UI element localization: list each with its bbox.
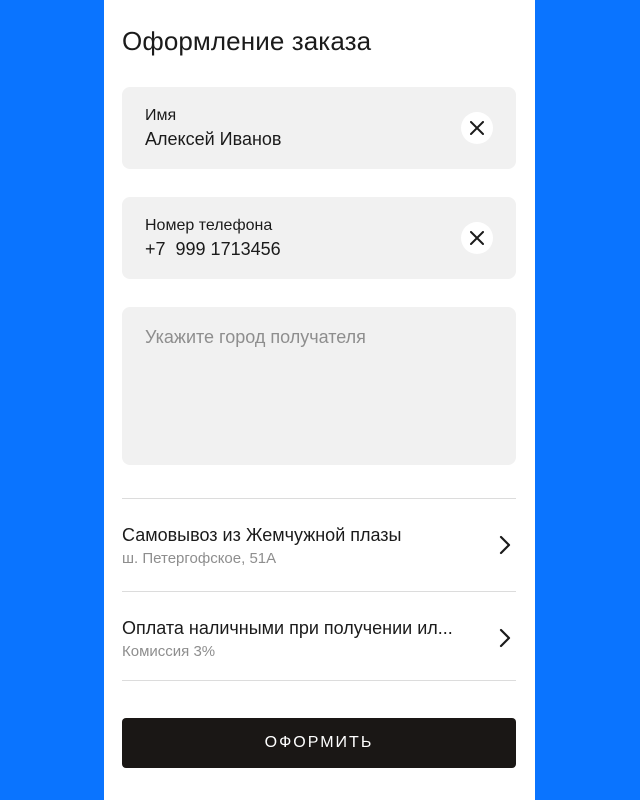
- phone-field-label: Номер телефона: [145, 217, 273, 234]
- name-field[interactable]: Имя Алексей Иванов: [122, 87, 516, 169]
- payment-option-row[interactable]: Оплата наличными при получении ил... Ком…: [122, 592, 516, 684]
- city-field-placeholder[interactable]: Укажите город получателя: [145, 327, 366, 348]
- checkout-sheet: Оформление заказа Имя Алексей Иванов Ном…: [104, 0, 535, 800]
- delivery-option-title: Самовывоз из Жемчужной плазы: [122, 525, 402, 545]
- phone-field-value[interactable]: +7 999 1713456: [145, 239, 281, 260]
- submit-order-button[interactable]: ОФОРМИТЬ: [122, 718, 516, 768]
- city-field[interactable]: Укажите город получателя: [122, 307, 516, 465]
- payment-option-title: Оплата наличными при получении ил...: [122, 618, 453, 638]
- delivery-option-address: ш. Петергофское, 51А: [122, 550, 277, 567]
- name-field-value[interactable]: Алексей Иванов: [145, 129, 282, 150]
- close-icon: [470, 121, 484, 135]
- chevron-right-icon: [499, 535, 511, 555]
- name-field-label: Имя: [145, 107, 177, 124]
- close-icon: [470, 231, 484, 245]
- payment-option-commission: Комиссия 3%: [122, 643, 216, 660]
- divider: [122, 680, 516, 681]
- page-title: Оформление заказа: [122, 26, 372, 56]
- clear-phone-button[interactable]: [461, 222, 493, 254]
- clear-name-button[interactable]: [461, 112, 493, 144]
- phone-field[interactable]: Номер телефона +7 999 1713456: [122, 197, 516, 279]
- delivery-option-row[interactable]: Самовывоз из Жемчужной плазы ш. Петергоф…: [122, 499, 516, 591]
- chevron-right-icon: [499, 628, 511, 648]
